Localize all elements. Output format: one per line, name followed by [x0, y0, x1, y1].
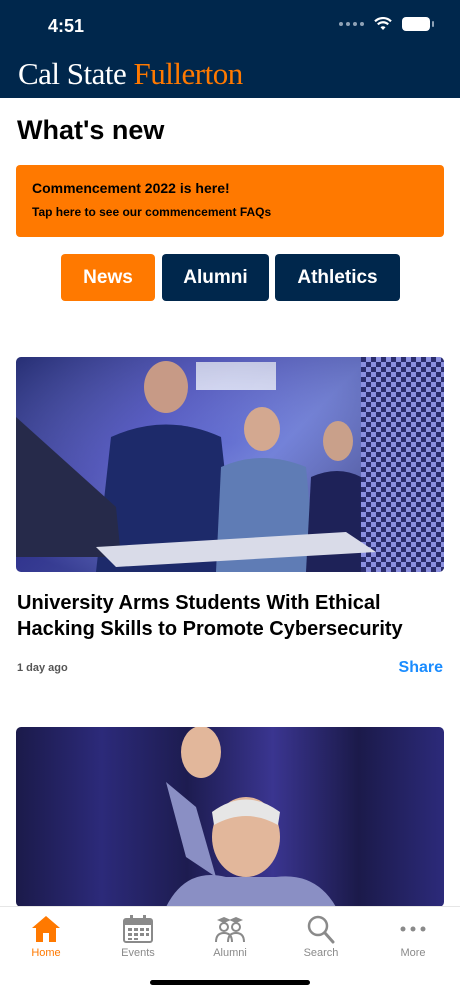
news-tabs: News Alumni Athletics	[0, 254, 460, 302]
banner-title: Commencement 2022 is here!	[32, 180, 230, 196]
commencement-banner[interactable]: Commencement 2022 is here! Tap here to s…	[16, 165, 444, 237]
app-header: 4:51 Cal State Fullerton	[0, 0, 460, 98]
banner-subtitle: Tap here to see our commencement FAQs	[32, 205, 272, 219]
article-title[interactable]: University Arms Students With Ethical Ha…	[17, 590, 447, 642]
share-button[interactable]: Share	[399, 659, 443, 677]
csuf-logo: Cal State Fullerton	[18, 56, 243, 91]
tabbar-more[interactable]: More	[378, 913, 448, 959]
article-image-2[interactable]	[16, 727, 444, 907]
battery-icon	[402, 17, 434, 31]
tab-alumni[interactable]: Alumni	[162, 254, 269, 301]
article-photo-2	[166, 727, 336, 907]
page-title: What's new	[17, 115, 165, 145]
article-photo	[16, 357, 444, 572]
article-timestamp: 1 day ago	[17, 662, 68, 674]
graduates-icon	[215, 917, 245, 943]
tabbar-events[interactable]: Events	[103, 913, 173, 959]
signal-icon	[339, 22, 364, 26]
status-time: 4:51	[48, 16, 85, 36]
calendar-icon	[123, 915, 153, 943]
tab-news[interactable]: News	[61, 254, 155, 301]
search-icon	[307, 915, 335, 944]
status-icons	[339, 17, 434, 31]
home-icon	[32, 916, 60, 942]
more-icon	[400, 926, 426, 932]
tabbar-home[interactable]: Home	[11, 913, 81, 959]
home-indicator	[150, 980, 310, 985]
article-image[interactable]	[16, 357, 444, 572]
tabbar-alumni[interactable]: Alumni	[195, 913, 265, 959]
tab-athletics[interactable]: Athletics	[275, 254, 400, 301]
wifi-icon	[374, 17, 392, 30]
tabbar-search[interactable]: Search	[286, 913, 356, 959]
